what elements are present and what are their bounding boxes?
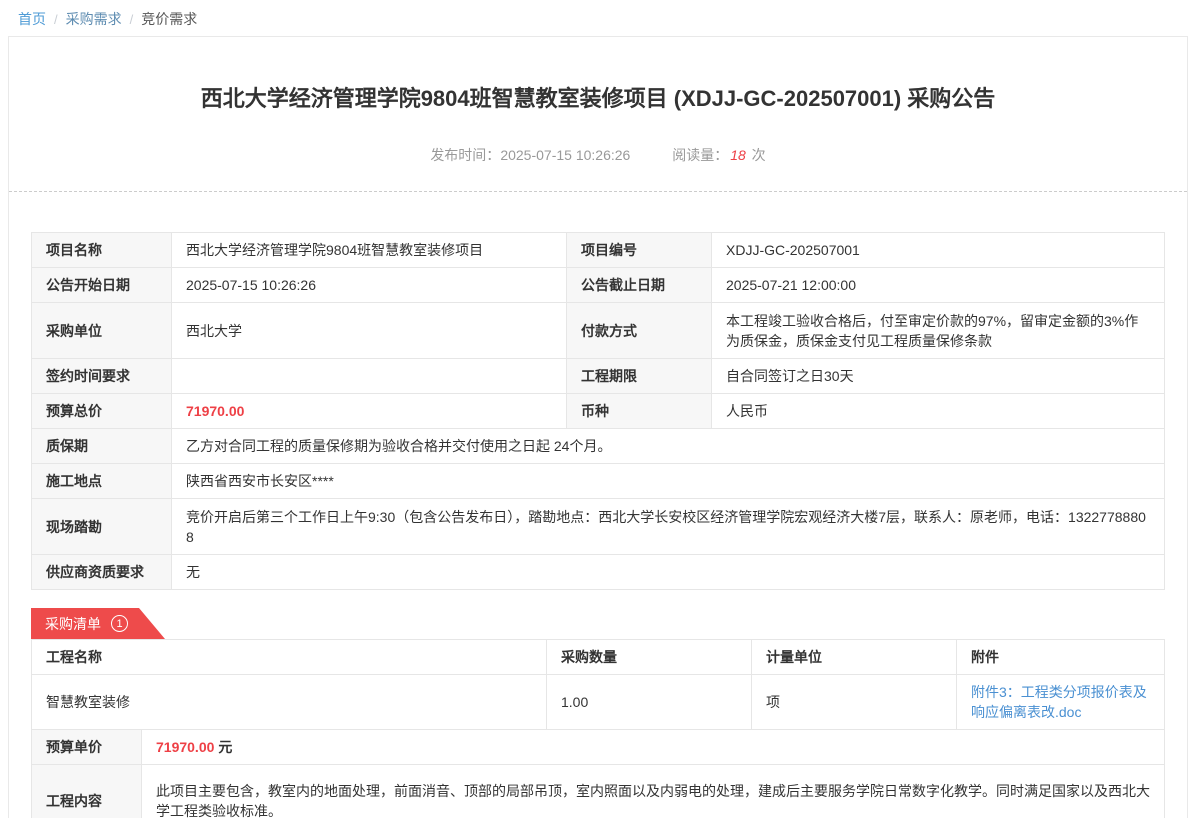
table-row: 项目名称 西北大学经济管理学院9804班智慧教室装修项目 项目编号 XDJJ-G… (32, 233, 1165, 268)
unit-price-label: 预算单价 (32, 730, 142, 765)
table-row: 签约时间要求 工程期限 自合同签订之日30天 (32, 359, 1165, 394)
info-value: 2025-07-15 10:26:26 (172, 268, 567, 303)
table-row: 质保期 乙方对合同工程的质量保修期为验收合格并交付使用之日起 24个月。 (32, 429, 1165, 464)
column-header-attachment: 附件 (957, 640, 1165, 675)
info-label: 施工地点 (32, 464, 172, 499)
item-quantity: 1.00 (547, 675, 752, 730)
table-row: 工程内容 此项目主要包含，教室内的地面处理，前面消音、顶部的局部吊顶，室内照面以… (32, 765, 1165, 818)
table-row: 施工地点 陕西省西安市长安区**** (32, 464, 1165, 499)
budget-total-value: 71970.00 (172, 394, 567, 429)
announcement-card: 西北大学经济管理学院9804班智慧教室装修项目 (XDJJ-GC-2025070… (8, 36, 1188, 818)
info-label: 币种 (567, 394, 712, 429)
info-value: 本工程竣工验收合格后，付至审定价款的97%，留审定金额的3%作为质保金，质保金支… (712, 303, 1165, 359)
info-label: 供应商资质要求 (32, 555, 172, 590)
info-value: XDJJ-GC-202507001 (712, 233, 1165, 268)
breadcrumb-separator: / (130, 12, 134, 27)
item-attachment-cell: 附件3：工程类分项报价表及响应偏离表改.doc (957, 675, 1165, 730)
info-value: 自合同签订之日30天 (712, 359, 1165, 394)
content-label: 工程内容 (32, 765, 142, 818)
info-label: 公告开始日期 (32, 268, 172, 303)
info-value: 无 (172, 555, 1165, 590)
announcement-meta: 发布时间：2025-07-15 10:26:26 阅读量：18 次 (31, 145, 1165, 165)
table-row: 预算单价 71970.00元 (32, 730, 1165, 765)
breadcrumb: 首页 / 采购需求 / 竞价需求 (0, 0, 1196, 29)
info-label: 付款方式 (567, 303, 712, 359)
table-row: 预算总价 71970.00 币种 人民币 (32, 394, 1165, 429)
item-unit: 项 (752, 675, 957, 730)
info-label: 公告截止日期 (567, 268, 712, 303)
info-value: 西北大学 (172, 303, 567, 359)
table-row: 供应商资质要求 无 (32, 555, 1165, 590)
info-label: 签约时间要求 (32, 359, 172, 394)
unit-price-cell: 71970.00元 (142, 730, 1165, 765)
info-label: 项目编号 (567, 233, 712, 268)
column-header-quantity: 采购数量 (547, 640, 752, 675)
views-label: 阅读量： (672, 147, 728, 163)
info-value: 乙方对合同工程的质量保修期为验收合格并交付使用之日起 24个月。 (172, 429, 1165, 464)
info-label: 工程期限 (567, 359, 712, 394)
table-row: 采购单位 西北大学 付款方式 本工程竣工验收合格后，付至审定价款的97%，留审定… (32, 303, 1165, 359)
table-row: 现场踏勘 竞价开启后第三个工作日上午9:30（包含公告发布日），踏勘地点：西北大… (32, 499, 1165, 555)
content-value: 此项目主要包含，教室内的地面处理，前面消音、顶部的局部吊顶，室内照面以及内弱电的… (142, 765, 1165, 818)
purchase-list-table: 工程名称 采购数量 计量单位 附件 智慧教室装修 1.00 项 附件3：工程类分… (31, 639, 1165, 818)
info-value: 人民币 (712, 394, 1165, 429)
divider (9, 191, 1187, 192)
info-value: 西北大学经济管理学院9804班智慧教室装修项目 (172, 233, 567, 268)
purchase-list-badge: 采购清单 1 (31, 608, 165, 639)
page-title: 西北大学经济管理学院9804班智慧教室装修项目 (XDJJ-GC-2025070… (31, 81, 1165, 113)
publish-time-label: 发布时间： (430, 147, 500, 163)
table-header-row: 工程名称 采购数量 计量单位 附件 (32, 640, 1165, 675)
purchase-list-badge-label: 采购清单 (45, 614, 101, 634)
info-value: 2025-07-21 12:00:00 (712, 268, 1165, 303)
column-header-name: 工程名称 (32, 640, 547, 675)
breadcrumb-current: 竞价需求 (141, 9, 197, 29)
breadcrumb-home-link[interactable]: 首页 (18, 9, 46, 29)
project-info-table: 项目名称 西北大学经济管理学院9804班智慧教室装修项目 项目编号 XDJJ-G… (31, 232, 1165, 590)
item-name: 智慧教室装修 (32, 675, 547, 730)
info-value (172, 359, 567, 394)
info-label: 采购单位 (32, 303, 172, 359)
views-unit: 次 (752, 147, 766, 163)
attachment-link[interactable]: 附件3：工程类分项报价表及响应偏离表改.doc (971, 684, 1147, 720)
info-value: 陕西省西安市长安区**** (172, 464, 1165, 499)
info-label: 项目名称 (32, 233, 172, 268)
table-row: 智慧教室装修 1.00 项 附件3：工程类分项报价表及响应偏离表改.doc (32, 675, 1165, 730)
info-label: 现场踏勘 (32, 499, 172, 555)
breadcrumb-section-link[interactable]: 采购需求 (66, 9, 122, 29)
breadcrumb-separator: / (54, 12, 58, 27)
info-label: 质保期 (32, 429, 172, 464)
table-row: 公告开始日期 2025-07-15 10:26:26 公告截止日期 2025-0… (32, 268, 1165, 303)
info-value: 竞价开启后第三个工作日上午9:30（包含公告发布日），踏勘地点：西北大学长安校区… (172, 499, 1165, 555)
purchase-list-count-badge: 1 (111, 615, 128, 632)
unit-price-currency: 元 (218, 739, 232, 755)
info-label: 预算总价 (32, 394, 172, 429)
publish-time-value: 2025-07-15 10:26:26 (500, 147, 630, 163)
unit-price-value: 71970.00 (156, 739, 214, 755)
column-header-unit: 计量单位 (752, 640, 957, 675)
views-count: 18 (728, 147, 748, 163)
